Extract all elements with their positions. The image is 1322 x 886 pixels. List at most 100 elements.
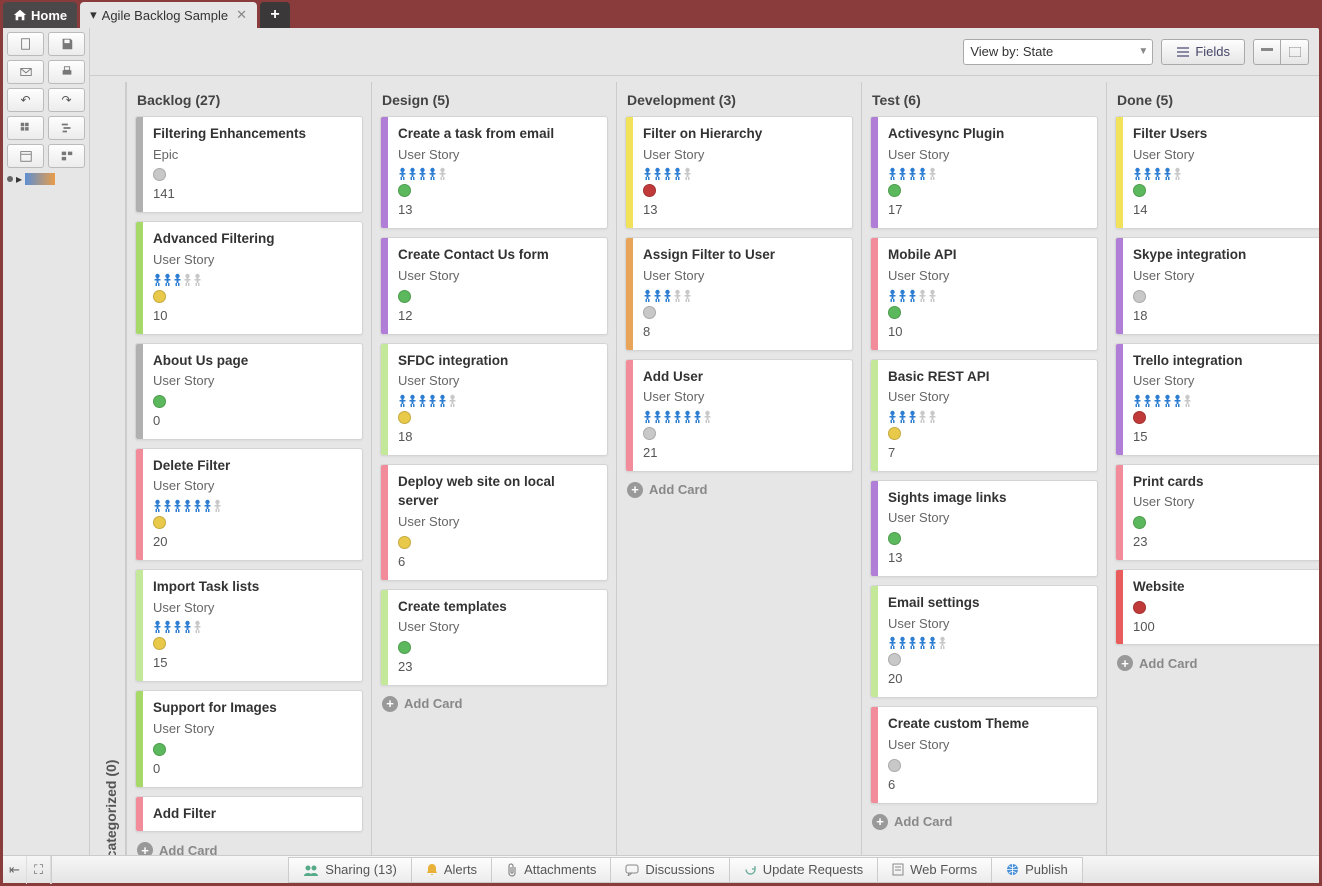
card-points: 14 <box>1133 201 1319 220</box>
card-title: Mobile API <box>888 245 1087 265</box>
sharing-button[interactable]: Sharing (13) <box>288 857 412 883</box>
card[interactable]: Add Filter <box>135 796 363 833</box>
gantt-view-button[interactable] <box>48 116 85 140</box>
card[interactable]: Trello integration User Story15 <box>1115 343 1319 456</box>
people-row <box>643 289 842 302</box>
card-view-button[interactable] <box>48 144 85 168</box>
fields-button[interactable]: Fields <box>1161 39 1245 65</box>
alerts-label: Alerts <box>444 862 477 877</box>
chat-icon <box>625 864 639 876</box>
webforms-button[interactable]: Web Forms <box>878 857 992 883</box>
tab-active[interactable]: ▾ Agile Backlog Sample ✕ <box>80 2 257 28</box>
card-points: 20 <box>888 670 1087 689</box>
card[interactable]: Sights image links User Story13 <box>870 480 1098 577</box>
undo-button[interactable]: ↶ <box>7 88 44 112</box>
column-header[interactable]: Backlog (27) <box>135 82 363 116</box>
add-card-button[interactable]: + Add Card <box>380 694 608 714</box>
person-icon <box>193 273 202 286</box>
people-row <box>153 273 352 286</box>
person-icon <box>928 410 937 423</box>
person-icon <box>663 289 672 302</box>
tab-dropdown-icon[interactable]: ▾ <box>90 7 97 23</box>
card[interactable]: Activesync Plugin User Story17 <box>870 116 1098 229</box>
card-stripe <box>136 222 143 333</box>
card[interactable]: Email settings User Story20 <box>870 585 1098 698</box>
person-icon <box>693 410 702 423</box>
card[interactable]: SFDC integration User Story18 <box>380 343 608 456</box>
status-dot <box>1133 516 1146 529</box>
publish-label: Publish <box>1025 862 1068 877</box>
add-card-button[interactable]: + Add Card <box>870 812 1098 832</box>
card[interactable]: Mobile API User Story10 <box>870 237 1098 350</box>
update-requests-button[interactable]: Update Requests <box>730 857 878 883</box>
print-button[interactable] <box>48 60 85 84</box>
card[interactable]: Create custom Theme User Story6 <box>870 706 1098 803</box>
card[interactable]: Deploy web site on local server User Sto… <box>380 464 608 581</box>
column: Design (5) Create a task from email User… <box>371 82 616 877</box>
card-stripe <box>626 238 633 349</box>
tab-add[interactable]: + <box>260 2 290 28</box>
card[interactable]: Add User User Story21 <box>625 359 853 472</box>
compact-view-button[interactable] <box>1253 39 1281 65</box>
card[interactable]: Create templates User Story23 <box>380 589 608 686</box>
card[interactable]: Assign Filter to User User Story8 <box>625 237 853 350</box>
card-stripe <box>626 360 633 471</box>
column-uncategorized[interactable]: Uncategorized (0) <box>96 82 126 877</box>
card[interactable]: About Us page User Story0 <box>135 343 363 440</box>
expand-button[interactable]: ⛶ <box>27 856 51 884</box>
card[interactable]: Advanced Filtering User Story10 <box>135 221 363 334</box>
column-header[interactable]: Design (5) <box>380 82 608 116</box>
sharing-label: Sharing (13) <box>325 862 397 877</box>
card-list: Filter Users User Story14 Skype integrat… <box>1115 116 1319 645</box>
card-points: 10 <box>153 307 352 326</box>
column-header[interactable]: Test (6) <box>870 82 1098 116</box>
person-icon <box>703 410 712 423</box>
card[interactable]: Create Contact Us form User Story12 <box>380 237 608 334</box>
card-type: User Story <box>1133 372 1319 391</box>
card[interactable]: Filter Users User Story14 <box>1115 116 1319 229</box>
person-icon <box>1143 167 1152 180</box>
column-header[interactable]: Development (3) <box>625 82 853 116</box>
board-scroll[interactable]: Uncategorized (0) Backlog (27) Filtering… <box>90 76 1319 883</box>
status-dot <box>153 395 166 408</box>
discussions-button[interactable]: Discussions <box>611 857 729 883</box>
full-view-button[interactable] <box>1281 39 1309 65</box>
tab-close-icon[interactable]: ✕ <box>236 7 247 23</box>
status-dot <box>888 653 901 666</box>
card[interactable]: Website 100 <box>1115 569 1319 645</box>
card[interactable]: Filtering Enhancements Epic141 <box>135 116 363 213</box>
calendar-view-button[interactable] <box>7 144 44 168</box>
add-card-button[interactable]: + Add Card <box>1115 653 1319 673</box>
column-header[interactable]: Done (5) <box>1115 82 1319 116</box>
mail-button[interactable] <box>7 60 44 84</box>
new-button[interactable] <box>7 32 44 56</box>
card[interactable]: Print cards User Story23 <box>1115 464 1319 561</box>
collapse-button[interactable]: ⇤ <box>3 856 27 884</box>
status-dot <box>153 637 166 650</box>
alerts-button[interactable]: Alerts <box>412 857 492 883</box>
person-icon <box>1163 167 1172 180</box>
tab-home[interactable]: Home <box>3 2 77 28</box>
card[interactable]: Skype integration User Story18 <box>1115 237 1319 334</box>
attachments-button[interactable]: Attachments <box>492 857 611 883</box>
grid-view-button[interactable] <box>7 116 44 140</box>
publish-button[interactable]: Publish <box>992 857 1083 883</box>
person-icon <box>898 410 907 423</box>
board-area: View by: State ▼ Fields Uncategorized (0… <box>90 28 1319 883</box>
save-button[interactable] <box>48 32 85 56</box>
card[interactable]: Basic REST API User Story7 <box>870 359 1098 472</box>
column-inner: Test (6) Activesync Plugin User Story17 … <box>861 82 1106 877</box>
card[interactable]: Create a task from email User Story13 <box>380 116 608 229</box>
card-stripe <box>136 344 143 439</box>
card[interactable]: Delete Filter User Story20 <box>135 448 363 561</box>
card[interactable]: Support for Images User Story0 <box>135 690 363 787</box>
hierarchy-widget[interactable]: ▸ <box>7 172 85 186</box>
paperclip-icon <box>506 863 518 877</box>
card[interactable]: Import Task lists User Story15 <box>135 569 363 682</box>
card-body: Add User User Story21 <box>633 360 852 471</box>
card[interactable]: Filter on Hierarchy User Story13 <box>625 116 853 229</box>
viewby-select[interactable]: View by: State ▼ <box>963 39 1153 65</box>
redo-button[interactable]: ↷ <box>48 88 85 112</box>
status-dot <box>1133 601 1146 614</box>
add-card-button[interactable]: + Add Card <box>625 480 853 500</box>
